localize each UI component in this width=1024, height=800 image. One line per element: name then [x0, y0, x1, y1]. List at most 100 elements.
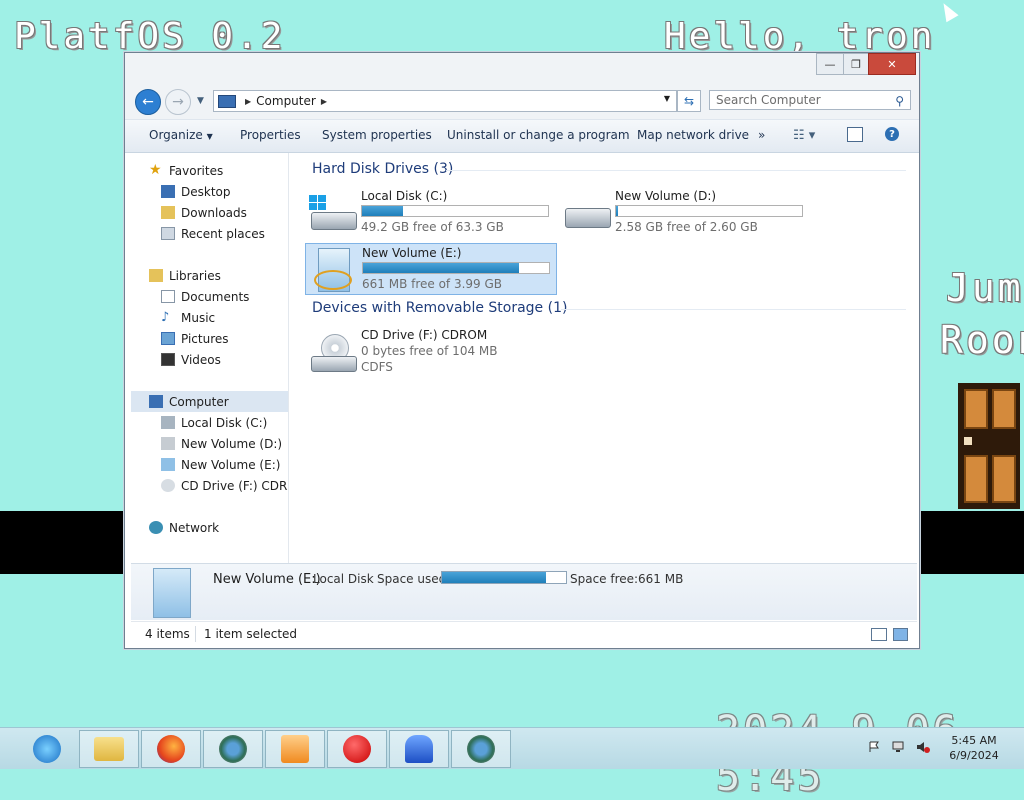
downloads-icon [161, 206, 175, 219]
tray-clock[interactable]: 5:45 AM 6/9/2024 [944, 733, 1004, 763]
usb-drive-icon [153, 568, 191, 618]
nav-cd-drive[interactable]: CD Drive (F:) CDROM [161, 476, 288, 495]
selection-count: 1 item selected [204, 627, 298, 641]
media-player-button[interactable] [265, 730, 325, 768]
drive-usage-fill [616, 206, 618, 216]
game-side-text-1: Jum [946, 266, 1024, 310]
drive-free-text: 2.58 GB free of 2.60 GB [615, 220, 758, 234]
nav-recent-label: Recent places [181, 226, 265, 241]
title-bar[interactable]: — ❐ ✕ [125, 53, 919, 83]
arrow-left-icon: ← [142, 94, 154, 110]
nav-documents[interactable]: Documents [161, 287, 249, 306]
cd-drive-filesystem: CDFS [361, 360, 393, 374]
nav-downloads[interactable]: Downloads [161, 203, 247, 222]
chevron-down-icon: ▼ [206, 132, 213, 141]
browser-button[interactable] [203, 730, 263, 768]
nav-local-disk[interactable]: Local Disk (C:) [161, 413, 267, 432]
drive-usage-fill [362, 206, 403, 216]
breadcrumb-chevron-icon[interactable]: ▶ [321, 97, 327, 106]
nav-music[interactable]: ♪ Music [161, 308, 215, 327]
drive-item-selected[interactable]: New Volume (E:) 661 MB free of 3.99 GB [305, 243, 557, 295]
address-dropdown-icon[interactable]: ▼ [664, 94, 670, 103]
nav-new-volume-e-label: New Volume (E:) [181, 457, 281, 472]
blue-bird-icon [405, 735, 433, 763]
clock-time: 5:45 AM [951, 734, 997, 747]
media-player-icon [281, 735, 309, 763]
libraries-icon [149, 269, 163, 282]
folder-icon [94, 737, 124, 761]
back-button[interactable]: ← [135, 89, 161, 115]
change-view-icon[interactable]: ☷ ▾ [793, 128, 815, 143]
drive-item[interactable]: New Volume (D:) 2.58 GB free of 2.60 GB [559, 187, 809, 237]
nav-pictures[interactable]: Pictures [161, 329, 229, 348]
nav-recent-places[interactable]: Recent places [161, 224, 265, 243]
nav-favorites[interactable]: ★ Favorites [149, 161, 223, 180]
minimize-button[interactable]: — [816, 53, 844, 75]
nav-network[interactable]: Network [149, 518, 219, 537]
organize-menu[interactable]: Organize ▼ [149, 128, 213, 142]
details-space-free-label: Space free: [570, 572, 639, 586]
file-explorer-button[interactable] [79, 730, 139, 768]
volume-muted-icon[interactable] [916, 741, 930, 753]
nav-libraries-label: Libraries [169, 268, 221, 283]
videos-icon [161, 353, 175, 366]
group-hard-disk-drives[interactable]: Hard Disk Drives (3) [312, 161, 453, 177]
record-icon [343, 735, 371, 763]
breadcrumb-computer[interactable]: Computer [256, 94, 316, 108]
nav-libraries[interactable]: Libraries [149, 266, 221, 285]
preview-pane-icon[interactable] [847, 127, 863, 142]
search-icon[interactable]: ⚲ [895, 94, 904, 108]
record-button[interactable] [327, 730, 387, 768]
cd-drive-item[interactable]: CD Drive (F:) CDROM 0 bytes free of 104 … [305, 326, 555, 382]
door[interactable] [958, 383, 1020, 509]
door-panel [992, 389, 1016, 429]
nav-desktop[interactable]: Desktop [161, 182, 231, 201]
command-bar: Organize ▼ Properties System properties … [125, 119, 919, 153]
nav-new-volume-d-label: New Volume (D:) [181, 436, 283, 451]
help-icon[interactable]: ? [885, 127, 899, 141]
flag-icon[interactable] [868, 741, 880, 753]
nav-new-volume-d[interactable]: New Volume (D:) [161, 434, 282, 453]
nav-cd-drive-label: CD Drive (F:) CDROM [181, 478, 288, 493]
drive-usage-bar [362, 262, 550, 274]
group-removable-storage[interactable]: Devices with Removable Storage (1) [312, 300, 567, 316]
system-properties-button[interactable]: System properties [322, 128, 432, 142]
network-icon [149, 521, 163, 534]
search-input[interactable]: Search Computer ⚲ [709, 90, 911, 110]
map-network-drive-button[interactable]: Map network drive [637, 128, 749, 142]
arrow-right-icon: → [172, 94, 184, 110]
drive-icon [161, 416, 175, 429]
maximize-button[interactable]: ❐ [843, 53, 869, 75]
more-commands-button[interactable]: » [758, 128, 765, 142]
music-icon: ♪ [161, 310, 170, 325]
uninstall-program-button[interactable]: Uninstall or change a program [447, 128, 630, 142]
breadcrumb-chevron-icon[interactable]: ▶ [245, 97, 251, 106]
drive-item[interactable]: Local Disk (C:) 49.2 GB free of 63.3 GB [305, 187, 555, 237]
details-usage-fill [442, 572, 547, 583]
large-icons-view-icon[interactable] [893, 628, 908, 641]
status-bar: 4 items 1 item selected [131, 621, 917, 647]
nav-local-disk-label: Local Disk (C:) [181, 415, 268, 430]
browser-button-2[interactable] [451, 730, 511, 768]
refresh-button[interactable]: ⇆ [677, 90, 701, 112]
network-status-icon[interactable] [892, 741, 904, 753]
close-button[interactable]: ✕ [868, 53, 916, 75]
properties-button[interactable]: Properties [240, 128, 301, 142]
nav-new-volume-e[interactable]: New Volume (E:) [161, 455, 280, 474]
details-view-icon[interactable] [871, 628, 887, 641]
nav-computer[interactable]: Computer [149, 392, 229, 411]
recent-locations-dropdown[interactable]: ▼ [197, 96, 204, 106]
firefox-button[interactable] [141, 730, 201, 768]
star-icon: ★ [149, 162, 162, 178]
forward-button[interactable]: → [165, 89, 191, 115]
pictures-icon [161, 332, 175, 345]
internet-explorer-button[interactable] [17, 730, 77, 768]
firefox-icon [157, 735, 185, 763]
drive-name: New Volume (D:) [615, 189, 717, 203]
app-button[interactable] [389, 730, 449, 768]
drive-usage-bar [615, 205, 803, 217]
nav-videos[interactable]: Videos [161, 350, 221, 369]
details-space-used-label: Space used: [377, 572, 451, 586]
cd-drive-name: CD Drive (F:) CDROM [361, 328, 488, 342]
address-bar[interactable]: ▶ Computer ▶ ▼ [213, 90, 677, 112]
